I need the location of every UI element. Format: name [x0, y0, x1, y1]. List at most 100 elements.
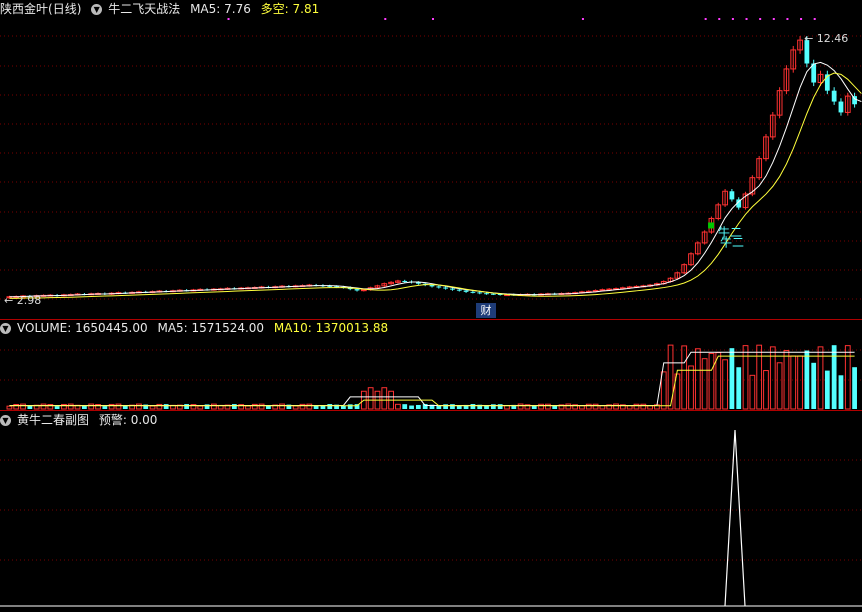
volume-bar	[367, 387, 374, 410]
candle-body	[484, 293, 489, 295]
ma5-value: MA5: 7.76	[190, 2, 251, 16]
volume-bar	[292, 405, 299, 410]
volume-bar	[838, 375, 844, 409]
volume-bar	[844, 345, 851, 410]
volume-bar	[776, 362, 783, 410]
volume-bar	[102, 406, 108, 409]
cai-marker[interactable]: 财	[476, 303, 496, 318]
volume-bar	[279, 403, 285, 410]
volume-bar	[613, 403, 619, 410]
volume-bar	[701, 358, 708, 410]
volume-bar	[306, 403, 313, 410]
volume-ma10-value: MA10: 1370013.88	[273, 321, 389, 335]
volume-bar	[756, 344, 763, 410]
indicator-name[interactable]: 牛二飞天战法	[108, 2, 180, 16]
signal-dot	[813, 18, 816, 20]
candle-body	[838, 101, 844, 113]
signal-dot	[581, 18, 584, 20]
volume-bar	[729, 348, 735, 409]
volume-bar	[341, 405, 346, 409]
volume-bar	[517, 403, 524, 410]
signal-dot	[772, 18, 775, 20]
volume-bar	[409, 405, 414, 409]
volume-bar	[790, 355, 797, 410]
volume-bar	[115, 403, 122, 410]
candle-body	[831, 90, 837, 102]
volume-bar	[660, 371, 667, 410]
niuer-label-2: 牛二	[720, 234, 744, 249]
signal-dot	[759, 18, 762, 20]
candle-body	[490, 293, 496, 295]
volume-bar	[245, 405, 251, 410]
volume-bar	[20, 403, 26, 410]
signal-dot	[704, 18, 707, 20]
signal-dot	[786, 18, 789, 20]
volume-bar	[715, 352, 722, 410]
signal-dot	[745, 18, 748, 20]
niuer-box	[708, 222, 715, 229]
volume-bar	[415, 404, 421, 409]
volume-bar	[722, 359, 728, 410]
alert-spike-line	[724, 429, 746, 607]
volume-bar	[811, 362, 817, 409]
candle-body	[852, 96, 857, 105]
volume-bar	[347, 404, 353, 409]
duokong-line	[9, 72, 862, 299]
signal-dot	[718, 18, 721, 20]
stock-name[interactable]: 陕西金叶	[0, 2, 48, 16]
volume-bar	[831, 345, 837, 409]
candle-body	[463, 290, 469, 292]
sub-indicator-dropdown-icon[interactable]: ▼	[0, 415, 11, 426]
volume-bar	[592, 403, 599, 410]
candle-body	[450, 288, 455, 290]
indicator-dropdown-icon[interactable]: ▼	[91, 4, 103, 15]
ma5-line	[9, 61, 862, 298]
volume-bar	[381, 387, 388, 410]
volume-bar	[797, 355, 803, 410]
volume-bar	[231, 404, 237, 409]
candle-body	[402, 280, 408, 282]
signal-dot	[432, 18, 434, 20]
volume-bar	[470, 404, 476, 409]
volume-bar	[436, 405, 442, 409]
volume-bar	[565, 403, 572, 410]
candle-body	[429, 285, 435, 287]
candle-body	[729, 191, 735, 200]
volume-bar	[258, 403, 265, 410]
volume-bar	[211, 403, 217, 410]
volume-bar	[184, 404, 190, 409]
candle-body	[470, 291, 476, 293]
volume-bar	[804, 350, 810, 409]
candle-body	[354, 289, 360, 291]
volume-bar	[544, 403, 551, 410]
volume-bar	[763, 370, 769, 410]
price-volume-chart[interactable]: 牛二牛二← 12.46← 2.98	[0, 0, 862, 612]
volume-bar	[54, 406, 60, 409]
volume-bar	[852, 367, 857, 409]
volume-bar	[824, 370, 830, 409]
candle-body	[456, 289, 462, 291]
volume-bar	[327, 404, 333, 409]
candle-body	[360, 289, 367, 292]
stock-chart-stage[interactable]: 牛二 牛二 ← 12.46 ← 2.98 陕西金叶(日线) ▼ 牛二飞天战法 MA5: …	[0, 0, 862, 612]
volume-bar	[88, 403, 95, 410]
period-label[interactable]: (日线)	[48, 2, 81, 16]
volume-bar	[736, 367, 742, 409]
volume-value: VOLUME: 1650445.00	[17, 321, 148, 335]
alert-value: 预警: 0.00	[98, 413, 158, 427]
sub-chart-header: ▼ 黄牛二春副图 预警: 0.00	[0, 411, 163, 429]
volume-bar	[395, 403, 401, 410]
volume-bar	[197, 405, 204, 410]
volume-header: ▼ VOLUME: 1650445.00 MA5: 1571524.00 MA10…	[0, 319, 394, 337]
volume-dropdown-icon[interactable]: ▼	[0, 323, 11, 334]
signal-dot	[384, 18, 387, 20]
signal-dot	[227, 18, 230, 20]
volume-ma5-value: MA5: 1571524.00	[157, 321, 265, 335]
sub-indicator-name[interactable]: 黄牛二春副图	[17, 413, 89, 427]
volume-bar	[163, 404, 169, 409]
signal-dot	[800, 18, 803, 20]
candle-body	[436, 286, 442, 288]
volume-bar	[136, 403, 142, 410]
volume-bar	[688, 365, 694, 410]
volume-bar	[450, 404, 455, 409]
